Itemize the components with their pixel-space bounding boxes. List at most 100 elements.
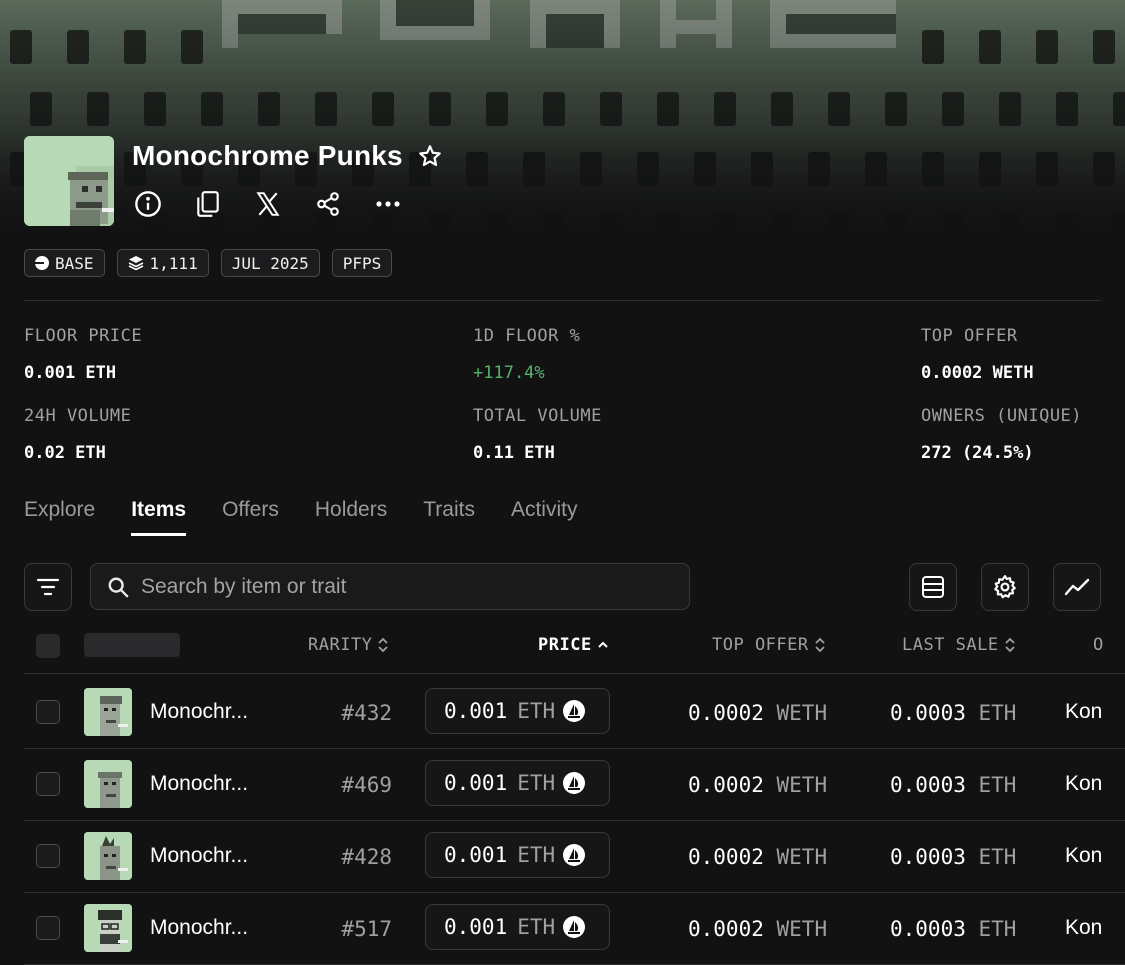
sort-icon: [378, 637, 389, 653]
item-thumbnail: [84, 760, 132, 808]
collection-avatar: [24, 136, 114, 226]
owner-cell[interactable]: Kon: [1065, 916, 1102, 940]
tab-explore[interactable]: Explore: [24, 498, 95, 536]
top-offer-header-label: TOP OFFER: [712, 635, 809, 655]
price-unit: ETH: [517, 915, 556, 939]
rarity-header-label: RARITY: [308, 635, 373, 655]
stat-label: 24H VOLUME: [24, 406, 132, 426]
owner-cell[interactable]: Kon: [1065, 844, 1102, 868]
tab-holders[interactable]: Holders: [315, 498, 387, 536]
row-checkbox[interactable]: [36, 916, 60, 940]
last-sale-unit: ETH: [978, 701, 1017, 725]
last-sale-cell: 0.0003 ETH: [890, 845, 1016, 869]
tab-activity[interactable]: Activity: [511, 498, 578, 536]
table-row[interactable]: Monochr... #432 0.001 ETH 0.0002 WETH 0.…: [24, 676, 1125, 749]
supply-tag: 1,111: [116, 249, 209, 277]
rarity-header[interactable]: RARITY: [308, 635, 389, 655]
price-button[interactable]: 0.001 ETH: [425, 832, 610, 878]
top-offer-unit: WETH: [776, 773, 828, 797]
price-button[interactable]: 0.001 ETH: [425, 760, 610, 806]
chain-tag: BASE: [24, 249, 105, 277]
opensea-icon: [563, 844, 586, 866]
price-value: 0.001: [444, 699, 508, 723]
select-all-checkbox[interactable]: [36, 634, 60, 658]
last-sale-header-label: LAST SALE: [902, 635, 999, 655]
star-icon[interactable]: [417, 143, 443, 169]
search-icon: [108, 577, 129, 597]
price-value: 0.001: [444, 843, 508, 867]
top-offer-value: 0.0002: [688, 773, 764, 797]
row-checkbox[interactable]: [36, 772, 60, 796]
price-value: 0.001: [444, 915, 508, 939]
tab-offers[interactable]: Offers: [222, 498, 279, 536]
date-label: JUL 2025: [231, 253, 309, 273]
search-input[interactable]: [139, 573, 689, 600]
base-chain-icon: [35, 256, 49, 270]
last-sale-header[interactable]: LAST SALE: [902, 635, 1015, 655]
last-sale-cell: 0.0003 ETH: [890, 773, 1016, 797]
stat-value: 0.001 ETH: [24, 363, 117, 383]
analytics-button[interactable]: [1053, 563, 1101, 611]
category-tag[interactable]: PFPS: [331, 249, 393, 277]
table-row[interactable]: Monochr... #428 0.001 ETH 0.0002 WETH 0.…: [24, 820, 1125, 893]
price-unit: ETH: [517, 699, 556, 723]
top-offer-value: 0.0002: [688, 701, 764, 725]
stat-label: FLOOR PRICE: [24, 326, 143, 346]
stat-label: TOP OFFER: [921, 326, 1018, 346]
table-row[interactable]: Monochr... #517 0.001 ETH 0.0002 WETH 0.…: [24, 892, 1125, 965]
trend-chart-icon: [1064, 578, 1090, 596]
more-icon[interactable]: [372, 186, 404, 222]
price-header-label: PRICE: [538, 635, 592, 655]
layers-icon: [128, 256, 143, 271]
tab-items[interactable]: Items: [131, 498, 187, 536]
filter-button[interactable]: [24, 563, 72, 611]
top-offer-unit: WETH: [776, 845, 828, 869]
top-offer-cell: 0.0002 WETH: [688, 701, 827, 725]
price-button[interactable]: 0.001 ETH: [425, 904, 610, 950]
sort-icon: [1004, 637, 1015, 653]
top-offer-cell: 0.0002 WETH: [688, 773, 827, 797]
sort-icon: [814, 637, 825, 653]
stat-value: 0.0002 WETH: [921, 363, 1034, 383]
owner-header[interactable]: O: [1093, 635, 1104, 655]
last-sale-value: 0.0003: [890, 773, 966, 797]
list-view-icon: [922, 576, 944, 598]
owner-cell[interactable]: Kon: [1065, 772, 1102, 796]
supply-label: 1,111: [149, 253, 198, 273]
item-thumbnail: [84, 904, 132, 952]
price-button[interactable]: 0.001 ETH: [425, 688, 610, 734]
owner-cell[interactable]: Kon: [1065, 700, 1102, 724]
price-header[interactable]: PRICE: [538, 635, 608, 655]
last-sale-cell: 0.0003 ETH: [890, 701, 1016, 725]
item-rarity: #517: [341, 917, 392, 941]
x-logo-icon[interactable]: [252, 186, 284, 222]
last-sale-unit: ETH: [978, 845, 1017, 869]
price-unit: ETH: [517, 843, 556, 867]
table-header: RARITY PRICE TOP OFFER LAST SALE O: [24, 623, 1125, 674]
info-icon[interactable]: [132, 186, 164, 222]
last-sale-value: 0.0003: [890, 701, 966, 725]
top-offer-cell: 0.0002 WETH: [688, 917, 827, 941]
item-name[interactable]: Monochr...: [150, 772, 248, 796]
tab-traits[interactable]: Traits: [423, 498, 475, 536]
settings-button[interactable]: [981, 563, 1029, 611]
top-offer-header[interactable]: TOP OFFER: [712, 635, 825, 655]
item-name[interactable]: Monochr...: [150, 844, 248, 868]
copy-icon[interactable]: [192, 186, 224, 222]
item-name[interactable]: Monochr...: [150, 700, 248, 724]
opensea-icon: [563, 700, 586, 722]
last-sale-unit: ETH: [978, 917, 1017, 941]
sort-ascending-icon: [597, 641, 608, 648]
stat-floor-price: FLOOR PRICE 0.001 ETH: [24, 326, 142, 383]
row-checkbox[interactable]: [36, 844, 60, 868]
item-name[interactable]: Monochr...: [150, 916, 248, 940]
top-offer-unit: WETH: [776, 917, 828, 941]
list-view-button[interactable]: [909, 563, 957, 611]
row-checkbox[interactable]: [36, 700, 60, 724]
last-sale-value: 0.0003: [890, 845, 966, 869]
item-rarity: #469: [341, 773, 392, 797]
share-icon[interactable]: [312, 186, 344, 222]
search-bar: [90, 563, 690, 610]
table-row[interactable]: Monochr... #469 0.001 ETH 0.0002 WETH 0.…: [24, 748, 1125, 821]
owner-header-label: O: [1093, 635, 1104, 655]
